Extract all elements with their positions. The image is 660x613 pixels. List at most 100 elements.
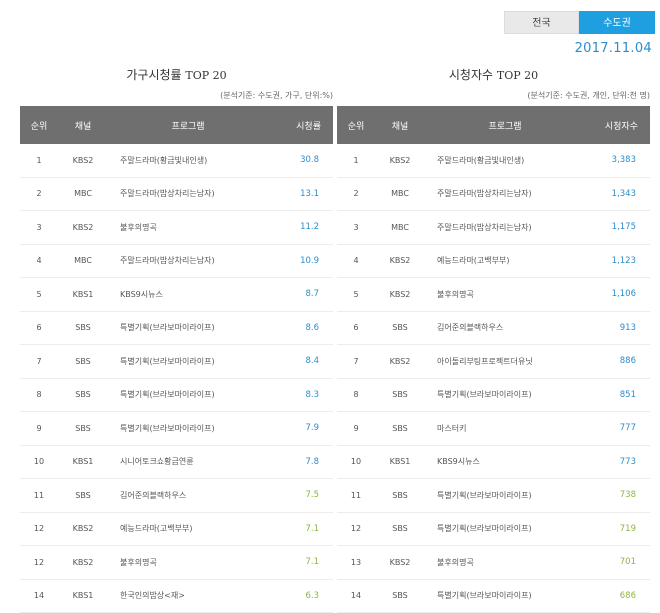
- value-cell: 7.5: [268, 478, 333, 513]
- program-cell: 불후의명곡: [108, 210, 268, 245]
- channel-cell: KBS2: [375, 277, 425, 312]
- viewers-panel-title: 시청자수 TOP 20: [337, 66, 650, 84]
- rank-cell: 7: [337, 344, 375, 379]
- table-header-row: 순위 채널 프로그램 시청률: [20, 106, 333, 144]
- program-cell: 특별기획(브라보마이라이프): [425, 512, 585, 546]
- table-row: 8 SBS 특별기획(브라보마이라이프) 851: [337, 378, 650, 412]
- program-cell: 주말드라마(황금빛내인생): [108, 144, 268, 178]
- table-row: 11 SBS 특별기획(브라보마이라이프) 738: [337, 478, 650, 513]
- tab-capital-area[interactable]: 수도권: [579, 11, 655, 34]
- value-cell: 913: [585, 311, 650, 345]
- value-cell: 7.8: [268, 445, 333, 479]
- rank-cell: 4: [337, 244, 375, 278]
- table-row: 7 KBS2 아이돌리부팅프로젝트더유닛 886: [337, 344, 650, 379]
- rank-cell: 13: [337, 545, 375, 580]
- value-cell: 777: [585, 411, 650, 446]
- rank-cell: 14: [20, 579, 58, 613]
- table-row: 10 KBS1 시니어토크쇼황금연륜 7.8: [20, 445, 333, 479]
- table-row: 12 KBS2 예능드라마(고백부부) 7.1: [20, 512, 333, 546]
- viewers-panel: 시청자수 TOP 20 (분석기준: 수도권, 개인, 단위:천 명) 순위 채…: [337, 66, 650, 613]
- table-row: 14 SBS 특별기획(브라보마이라이프) 686: [337, 579, 650, 613]
- program-cell: 주말드라마(밥상차리는남자): [425, 177, 585, 211]
- rank-cell: 12: [20, 545, 58, 580]
- broadcast-date: 2017.11.04: [574, 41, 652, 56]
- value-cell: 10.9: [268, 244, 333, 278]
- value-cell: 719: [585, 512, 650, 546]
- rank-cell: 6: [337, 311, 375, 345]
- rank-cell: 9: [20, 411, 58, 446]
- channel-cell: KBS1: [58, 579, 108, 613]
- program-cell: 김어준의블랙하우스: [425, 311, 585, 345]
- rank-cell: 3: [337, 210, 375, 245]
- table-row: 10 KBS1 KBS9시뉴스 773: [337, 445, 650, 479]
- program-cell: 불후의명곡: [108, 545, 268, 580]
- value-cell: 1,343: [585, 177, 650, 211]
- table-row: 6 SBS 특별기획(브라보마이라이프) 8.6: [20, 311, 333, 345]
- rank-cell: 11: [337, 478, 375, 513]
- rank-cell: 5: [337, 277, 375, 312]
- rank-cell: 10: [20, 445, 58, 479]
- program-cell: 특별기획(브라보마이라이프): [425, 579, 585, 613]
- channel-cell: MBC: [58, 244, 108, 278]
- channel-cell: KBS1: [58, 277, 108, 312]
- channel-cell: SBS: [375, 311, 425, 345]
- program-cell: 아이돌리부팅프로젝트더유닛: [425, 344, 585, 379]
- channel-cell: MBC: [375, 210, 425, 245]
- table-row: 2 MBC 주말드라마(밥상차리는남자) 13.1: [20, 177, 333, 211]
- rank-cell: 1: [337, 144, 375, 178]
- table-row: 5 KBS1 KBS9시뉴스 8.7: [20, 277, 333, 312]
- region-tabs: 전국 수도권: [504, 11, 655, 34]
- header-channel: 채널: [375, 106, 425, 144]
- program-cell: 특별기획(브라보마이라이프): [108, 411, 268, 446]
- table-row: 5 KBS2 불후의명곡 1,106: [337, 277, 650, 312]
- rank-cell: 2: [337, 177, 375, 211]
- program-cell: 마스터키: [425, 411, 585, 446]
- table-row: 1 KBS2 주말드라마(황금빛내인생) 30.8: [20, 144, 333, 178]
- table-row: 13 KBS2 불후의명곡 701: [337, 545, 650, 580]
- household-title-text: 가구시청률: [126, 68, 182, 82]
- rank-cell: 12: [20, 512, 58, 546]
- header-rating: 시청률: [268, 106, 333, 144]
- rank-cell: 11: [20, 478, 58, 513]
- value-cell: 1,123: [585, 244, 650, 278]
- viewers-title-suffix: TOP 20: [496, 69, 539, 82]
- tab-nationwide[interactable]: 전국: [504, 11, 579, 34]
- table-row: 12 SBS 특별기획(브라보마이라이프) 719: [337, 512, 650, 546]
- channel-cell: KBS2: [375, 244, 425, 278]
- program-cell: 주말드라마(밥상차리는남자): [108, 244, 268, 278]
- channel-cell: SBS: [375, 478, 425, 513]
- header-program: 프로그램: [108, 106, 268, 144]
- value-cell: 7.9: [268, 411, 333, 446]
- rank-cell: 1: [20, 144, 58, 178]
- value-cell: 686: [585, 579, 650, 613]
- table-row: 12 KBS2 불후의명곡 7.1: [20, 545, 333, 580]
- program-cell: 특별기획(브라보마이라이프): [108, 378, 268, 412]
- channel-cell: MBC: [375, 177, 425, 211]
- program-cell: 특별기획(브라보마이라이프): [108, 344, 268, 379]
- channel-cell: KBS2: [58, 512, 108, 546]
- header-rank: 순위: [337, 106, 375, 144]
- channel-cell: SBS: [58, 344, 108, 379]
- table-row: 3 KBS2 불후의명곡 11.2: [20, 210, 333, 245]
- value-cell: 7.1: [268, 545, 333, 580]
- program-cell: 시니어토크쇼황금연륜: [108, 445, 268, 479]
- header-channel: 채널: [58, 106, 108, 144]
- household-rating-table: 순위 채널 프로그램 시청률 1 KBS2 주말드라마(황금빛내인생) 30.8 2 MB…: [20, 106, 333, 613]
- value-cell: 1,106: [585, 277, 650, 312]
- household-panel-title: 가구시청률 TOP 20: [20, 66, 333, 84]
- value-cell: 8.3: [268, 378, 333, 412]
- value-cell: 8.4: [268, 344, 333, 379]
- table-row: 7 SBS 특별기획(브라보마이라이프) 8.4: [20, 344, 333, 379]
- program-cell: 주말드라마(밥상차리는남자): [108, 177, 268, 211]
- channel-cell: KBS1: [58, 445, 108, 479]
- channel-cell: SBS: [375, 579, 425, 613]
- value-cell: 6.3: [268, 579, 333, 613]
- table-row: 3 MBC 주말드라마(밥상차리는남자) 1,175: [337, 210, 650, 245]
- value-cell: 8.7: [268, 277, 333, 312]
- value-cell: 773: [585, 445, 650, 479]
- rank-cell: 7: [20, 344, 58, 379]
- table-row: 2 MBC 주말드라마(밥상차리는남자) 1,343: [337, 177, 650, 211]
- program-cell: 김어준의블랙하우스: [108, 478, 268, 513]
- viewers-analysis-note: (분석기준: 수도권, 개인, 단위:천 명): [527, 91, 650, 100]
- channel-cell: SBS: [375, 378, 425, 412]
